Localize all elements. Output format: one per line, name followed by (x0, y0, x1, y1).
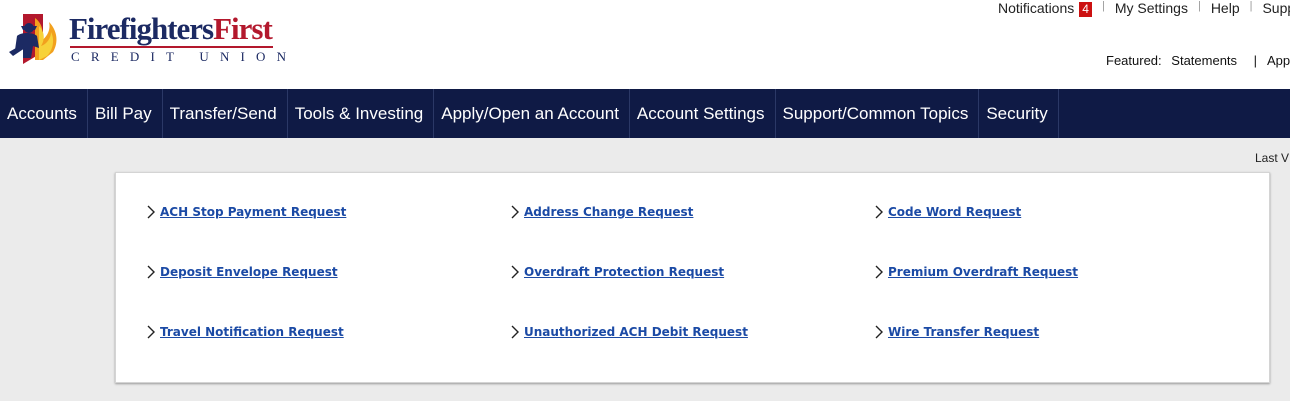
nav-bill-pay[interactable]: Bill Pay (88, 89, 163, 138)
nav-security[interactable]: Security (979, 89, 1059, 138)
unauthorized-ach-debit-link[interactable]: Unauthorized ACH Debit Request (524, 325, 748, 339)
chevron-right-icon (511, 325, 519, 339)
last-visit-text: Last V (1255, 151, 1290, 165)
request-item: Premium Overdraft Request (874, 265, 1078, 279)
divider: | (1249, 0, 1253, 12)
request-item: Deposit Envelope Request (146, 265, 338, 279)
featured-apply-link[interactable]: Apply (1267, 53, 1290, 68)
nav-accounts[interactable]: Accounts (0, 89, 88, 138)
divider: | (1101, 0, 1105, 12)
chevron-right-icon (147, 265, 155, 279)
chevron-right-icon (875, 325, 883, 339)
request-item: Unauthorized ACH Debit Request (510, 325, 748, 339)
request-item: Travel Notification Request (146, 325, 344, 339)
chevron-right-icon (147, 325, 155, 339)
chevron-right-icon (511, 265, 519, 279)
chevron-right-icon (511, 205, 519, 219)
nav-tools-investing[interactable]: Tools & Investing (288, 89, 435, 138)
travel-notification-link[interactable]: Travel Notification Request (160, 325, 344, 339)
my-settings-link[interactable]: My Settings (1115, 0, 1188, 16)
featured-statements-link[interactable]: Statements (1171, 53, 1237, 68)
premium-overdraft-link[interactable]: Premium Overdraft Request (888, 265, 1078, 279)
divider: | (1197, 0, 1201, 12)
firefighter-logo-icon (9, 14, 57, 64)
help-link[interactable]: Help (1211, 0, 1240, 16)
featured-links: Featured: Statements | Apply (1106, 53, 1290, 68)
nav-transfer-send[interactable]: Transfer/Send (163, 89, 288, 138)
featured-label: Featured: (1106, 53, 1162, 68)
wire-transfer-link[interactable]: Wire Transfer Request (888, 325, 1039, 339)
nav-apply-open-account[interactable]: Apply/Open an Account (434, 89, 630, 138)
ach-stop-payment-link[interactable]: ACH Stop Payment Request (160, 205, 346, 219)
overdraft-protection-link[interactable]: Overdraft Protection Request (524, 265, 724, 279)
nav-support-common-topics[interactable]: Support/Common Topics (776, 89, 980, 138)
address-change-link[interactable]: Address Change Request (524, 205, 693, 219)
brand-rule (70, 46, 273, 48)
brand-name: FirefightersFirst (69, 11, 273, 46)
request-item: Wire Transfer Request (874, 325, 1039, 339)
divider: | (1253, 53, 1258, 68)
request-item: Address Change Request (510, 205, 693, 219)
chevron-right-icon (875, 265, 883, 279)
logo[interactable]: FirefightersFirst CREDIT UNION (9, 11, 286, 70)
main-nav: Accounts Bill Pay Transfer/Send Tools & … (0, 89, 1290, 138)
notifications-link[interactable]: Notifications 4 (998, 0, 1092, 17)
request-item: Overdraft Protection Request (510, 265, 724, 279)
requests-panel: ACH Stop Payment Request Address Change … (115, 172, 1270, 383)
request-item: ACH Stop Payment Request (146, 205, 346, 219)
utility-nav: Notifications 4 | My Settings | Help | Su… (998, 0, 1290, 17)
support-link[interactable]: Supp (1262, 0, 1290, 16)
chevron-right-icon (875, 205, 883, 219)
header: FirefightersFirst CREDIT UNION Notificat… (0, 0, 1290, 89)
code-word-link[interactable]: Code Word Request (888, 205, 1021, 219)
notifications-badge: 4 (1079, 1, 1092, 17)
brand-subtitle: CREDIT UNION (71, 49, 298, 64)
chevron-right-icon (147, 205, 155, 219)
request-item: Code Word Request (874, 205, 1021, 219)
nav-account-settings[interactable]: Account Settings (630, 89, 776, 138)
deposit-envelope-link[interactable]: Deposit Envelope Request (160, 265, 338, 279)
